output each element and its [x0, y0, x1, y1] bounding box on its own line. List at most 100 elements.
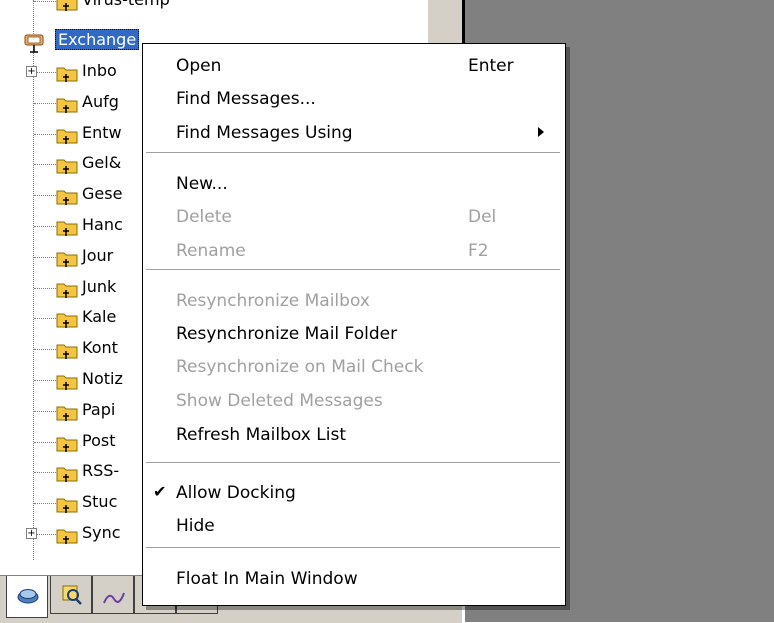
folder-icon: [56, 0, 78, 11]
search-tab-icon: [62, 585, 82, 605]
folder-icon: [56, 406, 78, 421]
contacts-tab-icon: [103, 592, 125, 604]
menu-item-resynchronize-mailbox[interactable]: Resynchronize Mailbox: [143, 286, 565, 316]
menu-item-hide[interactable]: Hide: [143, 511, 565, 541]
tree-connector: [34, 380, 56, 381]
tree-item-label: Inbo: [82, 61, 117, 80]
tree-item-label: RSS-: [82, 461, 120, 481]
tree-item-label: Gel&: [82, 153, 122, 173]
folder-icon: [56, 98, 78, 113]
menu-item-shortcut: Del: [468, 207, 497, 227]
menu-item-show-deleted-messages[interactable]: Show Deleted Messages: [143, 386, 565, 416]
menu-item-label: Allow Docking: [176, 483, 296, 503]
mail-folders-tab-icon: [17, 589, 39, 604]
folder-icon: [56, 437, 78, 452]
tree-connector: [34, 1, 56, 2]
menu-item-label: Open: [176, 56, 222, 76]
tree-item-label: Virus-temp: [82, 0, 170, 9]
tab-search[interactable]: [50, 576, 92, 614]
menu-item-label: Rename: [176, 241, 246, 261]
tree-connector: [34, 287, 56, 289]
tree-item-label: Kont: [82, 338, 118, 358]
menu-item-open[interactable]: Open Enter: [143, 51, 565, 81]
folder-icon: [56, 498, 78, 514]
menu-item-label: Float In Main Window: [176, 569, 358, 589]
tab-contacts[interactable]: [92, 576, 134, 614]
menu-item-shortcut: F2: [468, 241, 489, 261]
tree-connector: [34, 441, 56, 443]
tree-connector: [34, 133, 56, 135]
folder-icon: [56, 252, 78, 267]
menu-item-label: Resynchronize Mailbox: [176, 291, 370, 311]
tree-connector: [34, 164, 56, 166]
menu-item-label: Resynchronize Mail Folder: [176, 324, 398, 344]
folder-icon: [56, 344, 78, 360]
folder-icon: [56, 313, 78, 329]
tree-item-label: Kale: [82, 307, 117, 327]
tree-connector: [34, 534, 56, 535]
menu-item-delete[interactable]: Delete Del: [143, 202, 565, 232]
menu-item-label: Find Messages Using: [176, 123, 353, 143]
tree-item-label: Jour: [82, 245, 114, 265]
menu-item-shortcut: Enter: [468, 56, 514, 76]
tree-item-label: Notiz: [82, 369, 123, 388]
tree-connector: [34, 102, 56, 104]
menu-item-new[interactable]: New...: [143, 169, 565, 199]
tree-connector: [34, 226, 56, 227]
menu-item-refresh-mailbox-list[interactable]: Refresh Mailbox List: [143, 420, 565, 450]
check-icon: ✔: [153, 482, 167, 501]
menu-separator: [146, 269, 560, 270]
menu-item-label: Refresh Mailbox List: [176, 425, 346, 445]
menu-item-label: Show Deleted Messages: [176, 391, 383, 411]
tree-item-label: Aufg: [82, 91, 119, 111]
expand-toggle-icon[interactable]: +: [26, 528, 37, 539]
tree-connector: [34, 195, 56, 197]
folder-icon: [56, 221, 78, 236]
tree-item-label: Sync: [82, 523, 121, 542]
tree-item-label: Entw: [82, 122, 122, 142]
menu-item-allow-docking[interactable]: ✔ Allow Docking: [143, 478, 565, 508]
tree-connector: [34, 318, 56, 320]
tree-connector: [34, 410, 56, 412]
tab-mail-folders[interactable]: [6, 576, 48, 618]
tree-connector: [34, 472, 56, 474]
folder-icon: [56, 190, 78, 206]
folder-icon: [56, 283, 78, 298]
tree-root-label: Exchange: [55, 29, 140, 50]
menu-item-find-messages-using[interactable]: Find Messages Using: [143, 118, 565, 148]
menu-item-rename[interactable]: Rename F2: [143, 236, 565, 266]
context-menu: Open Enter Find Messages... Find Messages U…: [142, 43, 566, 606]
tree-item-label: Gese: [82, 184, 123, 204]
menu-item-find-messages[interactable]: Find Messages...: [143, 84, 565, 114]
menu-item-label: New...: [176, 174, 228, 194]
tree-connector: [34, 256, 56, 258]
folder-icon: [56, 159, 78, 175]
menu-item-resynchronize-mail-folder[interactable]: Resynchronize Mail Folder: [143, 319, 565, 349]
mailbox-icon: [24, 34, 44, 53]
menu-item-resynchronize-on-mail-check[interactable]: Resynchronize on Mail Check: [143, 352, 565, 382]
submenu-arrow-icon: [538, 127, 544, 137]
tree-connector: [34, 72, 56, 73]
tree-item-label: Stuc: [82, 492, 118, 512]
folder-icon: [56, 529, 78, 544]
tree-item-label: Post: [82, 430, 116, 450]
menu-item-float-in-main-window[interactable]: Float In Main Window: [143, 564, 565, 594]
menu-item-label: Hide: [176, 516, 215, 536]
folder-icon: [56, 129, 78, 144]
folder-icon: [56, 375, 78, 390]
menu-item-label: Delete: [176, 207, 232, 227]
tree-item-label: Hanc: [82, 215, 123, 234]
folder-icon: [56, 67, 78, 82]
menu-item-label: Find Messages...: [176, 89, 316, 109]
tree-item-label: Papi: [82, 399, 116, 419]
menu-separator: [146, 462, 560, 463]
tree-item-virus-temp[interactable]: Virus-temp: [0, 0, 428, 16]
expand-toggle-icon[interactable]: +: [26, 66, 37, 77]
menu-separator: [146, 152, 560, 153]
folder-icon: [56, 467, 78, 483]
menu-separator: [146, 547, 560, 548]
tree-connector: [34, 349, 56, 351]
tree-connector: [34, 503, 56, 505]
menu-item-label: Resynchronize on Mail Check: [176, 357, 424, 377]
tree-item-label: Junk: [82, 276, 117, 296]
